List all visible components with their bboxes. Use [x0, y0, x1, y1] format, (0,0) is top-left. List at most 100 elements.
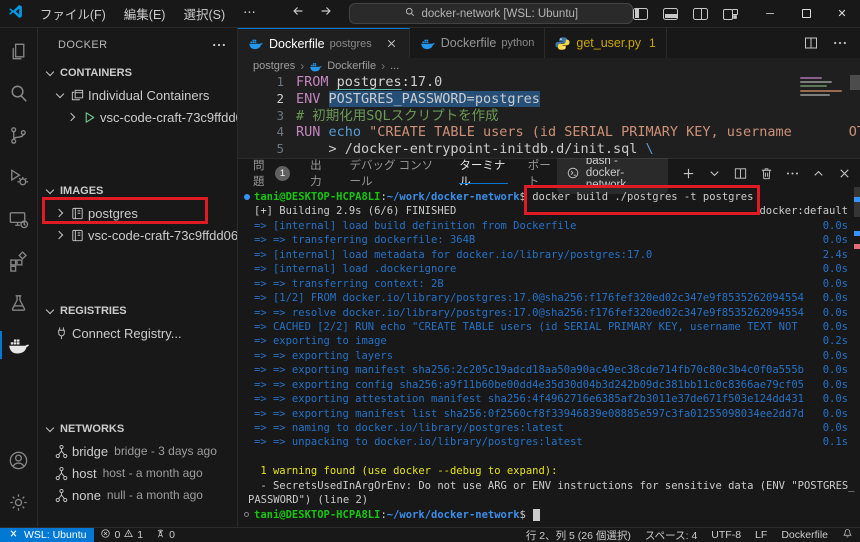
eol-sequence[interactable]: LF	[748, 529, 774, 541]
more-actions-icon[interactable]	[211, 37, 227, 53]
terminal-line: => => transferring dockerfile: 364B0.0s	[244, 233, 854, 247]
extensions-icon[interactable]	[0, 240, 38, 282]
sidebar-title-row: DOCKER	[38, 28, 237, 62]
close-panel-icon[interactable]	[837, 166, 852, 181]
terminal-line: => => unpacking to docker.io/library/pos…	[244, 435, 854, 449]
terminal-line: => [1/2] FROM docker.io/library/postgres…	[244, 291, 854, 305]
docker-icon[interactable]	[0, 324, 38, 366]
tree-item-description: bridge - 3 days ago	[114, 444, 217, 458]
maximize-button[interactable]	[788, 0, 824, 27]
terminal-command: docker build ./postgres -t postgres	[532, 190, 753, 204]
tree-item-label: vsc-code-craft-73c9ffdd06...	[100, 110, 237, 125]
section-header-containers[interactable]: CONTAINERS	[38, 62, 237, 84]
terminal-line: => => resolve docker.io/library/postgres…	[244, 306, 854, 320]
minimap-line	[800, 94, 830, 96]
code-line: 2ENV POSTGRES_PASSWORD=postgres	[238, 91, 860, 108]
tree-item-postgres[interactable]: postgres	[38, 202, 237, 224]
status-bar-right: 行 2、列 5 (26 個選択) スペース: 4 UTF-8 LF Docker…	[519, 528, 860, 542]
menu-item-[interactable]: ⋯	[234, 1, 265, 26]
menu-item-e[interactable]: 編集(E)	[115, 1, 175, 26]
code-line: 4RUN echo "CREATE TABLE users (id SERIAL…	[238, 124, 860, 141]
panel-tab-[interactable]: デバッグ コンソール	[349, 159, 439, 187]
customize-layout-icon[interactable]	[723, 8, 738, 20]
toggle-sidebar-icon[interactable]	[633, 8, 648, 20]
remote-indicator[interactable]: WSL: Ubuntu	[0, 528, 94, 542]
search-icon[interactable]	[0, 72, 38, 114]
close-window-button[interactable]: ✕	[824, 0, 860, 27]
build-step-text: => => unpacking to docker.io/library/pos…	[254, 435, 823, 449]
editor-scrollbar[interactable]	[850, 75, 860, 90]
tab-get-user-py[interactable]: get_user.py1	[545, 28, 666, 58]
panel-tab-[interactable]: ターミナル	[459, 159, 507, 187]
maximize-panel-icon[interactable]	[811, 166, 826, 181]
settings-icon[interactable]	[0, 481, 38, 523]
terminal-dropdown-icon[interactable]	[707, 166, 722, 181]
source-control-icon[interactable]	[0, 114, 38, 156]
build-step-text: => => exporting attestation manifest sha…	[254, 392, 823, 406]
back-arrow-icon[interactable]	[291, 4, 305, 23]
minimap-line	[800, 81, 832, 83]
section-header-images[interactable]: IMAGES	[38, 180, 237, 202]
breadcrumb-symbol[interactable]: ...	[390, 60, 399, 72]
toggle-panel-icon[interactable]	[663, 8, 678, 20]
encoding[interactable]: UTF-8	[704, 529, 748, 541]
minimap[interactable]	[796, 74, 848, 158]
terminal[interactable]: tani@DESKTOP-HCPA8LI:~/work/docker-netwo…	[238, 187, 860, 527]
section-registries: REGISTRIESConnect Registry...	[38, 300, 237, 418]
remote-explorer-icon[interactable]	[0, 198, 38, 240]
terminal-scrollbar[interactable]	[854, 187, 860, 527]
panel-tab-[interactable]: ポート	[528, 159, 557, 187]
terminal-line: tani@DESKTOP-HCPA8LI:~/work/docker-netwo…	[244, 508, 854, 522]
build-step-text: => [internal] load metadata for docker.i…	[254, 248, 823, 262]
tab-dockerfile-python[interactable]: Dockerfilepython	[410, 28, 546, 58]
command-center-search[interactable]: docker-network [WSL: Ubuntu]	[349, 3, 633, 24]
testing-icon[interactable]	[0, 282, 38, 324]
explorer-icon[interactable]	[0, 30, 38, 72]
build-step-text: => => exporting manifest sha256:2c205c19…	[254, 363, 823, 377]
breadcrumb-folder[interactable]: postgres	[253, 60, 295, 72]
forward-arrow-icon[interactable]	[319, 4, 333, 23]
cursor-position[interactable]: 行 2、列 5 (26 個選択)	[519, 528, 638, 542]
maximize-icon	[802, 9, 811, 18]
indentation[interactable]: スペース: 4	[638, 528, 704, 542]
tree-item-individual-containers[interactable]: Individual Containers	[38, 84, 237, 106]
tree-item-none[interactable]: nonenull - a month ago	[38, 484, 237, 506]
menu-item-f[interactable]: ファイル(F)	[31, 1, 115, 26]
minimize-button[interactable]: ─	[752, 0, 788, 27]
command-decoration-icon	[244, 194, 254, 200]
tree-item-host[interactable]: hosthost - a month ago	[38, 462, 237, 484]
tree-item-connect-registry[interactable]: Connect Registry...	[38, 322, 237, 344]
editor-more-icon[interactable]	[832, 35, 848, 51]
close-icon[interactable]	[385, 37, 399, 51]
build-step-time: 0.0s	[823, 363, 854, 377]
tree-item-vsc-code-craft-73c9ffdd06[interactable]: vsc-code-craft-73c9ffdd06...	[38, 106, 237, 128]
terminal-scrollbar-slider[interactable]	[854, 187, 860, 217]
new-terminal-icon[interactable]	[681, 166, 696, 181]
language-mode[interactable]: Dockerfile	[774, 529, 835, 541]
run-debug-icon[interactable]	[0, 156, 38, 198]
split-terminal-icon[interactable]	[733, 166, 748, 181]
menu-item-s[interactable]: 選択(S)	[174, 1, 234, 26]
panel-tab-[interactable]: 問題1	[253, 159, 290, 187]
section-header-networks[interactable]: NETWORKS	[38, 418, 237, 440]
ports-status[interactable]: 0	[149, 528, 181, 542]
breadcrumb-file[interactable]: Dockerfile	[327, 60, 376, 72]
build-step-time: 0.0s	[823, 407, 854, 421]
kill-terminal-icon[interactable]	[759, 166, 774, 181]
tree-item-bridge[interactable]: bridgebridge - 3 days ago	[38, 440, 237, 462]
error-count: 0	[114, 529, 120, 541]
build-step-time: 0.0s	[823, 219, 854, 233]
account-icon[interactable]	[0, 439, 38, 481]
panel-tab-[interactable]: 出力	[310, 159, 329, 187]
code-editor[interactable]: 1FROM postgres:17.02ENV POSTGRES_PASSWOR…	[238, 74, 860, 158]
tree-item-vsc-code-craft-73c9ffdd06d[interactable]: vsc-code-craft-73c9ffdd06d...	[38, 224, 237, 246]
section-header-registries[interactable]: REGISTRIES	[38, 300, 237, 322]
terminal-line: PASSWORD") (line 2)	[244, 493, 854, 507]
notifications-bell-icon[interactable]	[835, 528, 860, 542]
panel-more-icon[interactable]	[785, 166, 800, 181]
chevron-down-icon	[42, 65, 58, 81]
problems-status[interactable]: 0 1	[94, 528, 149, 542]
split-layout-icon[interactable]	[693, 8, 708, 20]
split-editor-icon[interactable]	[803, 35, 819, 51]
tab-dockerfile-postgres[interactable]: Dockerfilepostgres	[238, 28, 410, 58]
